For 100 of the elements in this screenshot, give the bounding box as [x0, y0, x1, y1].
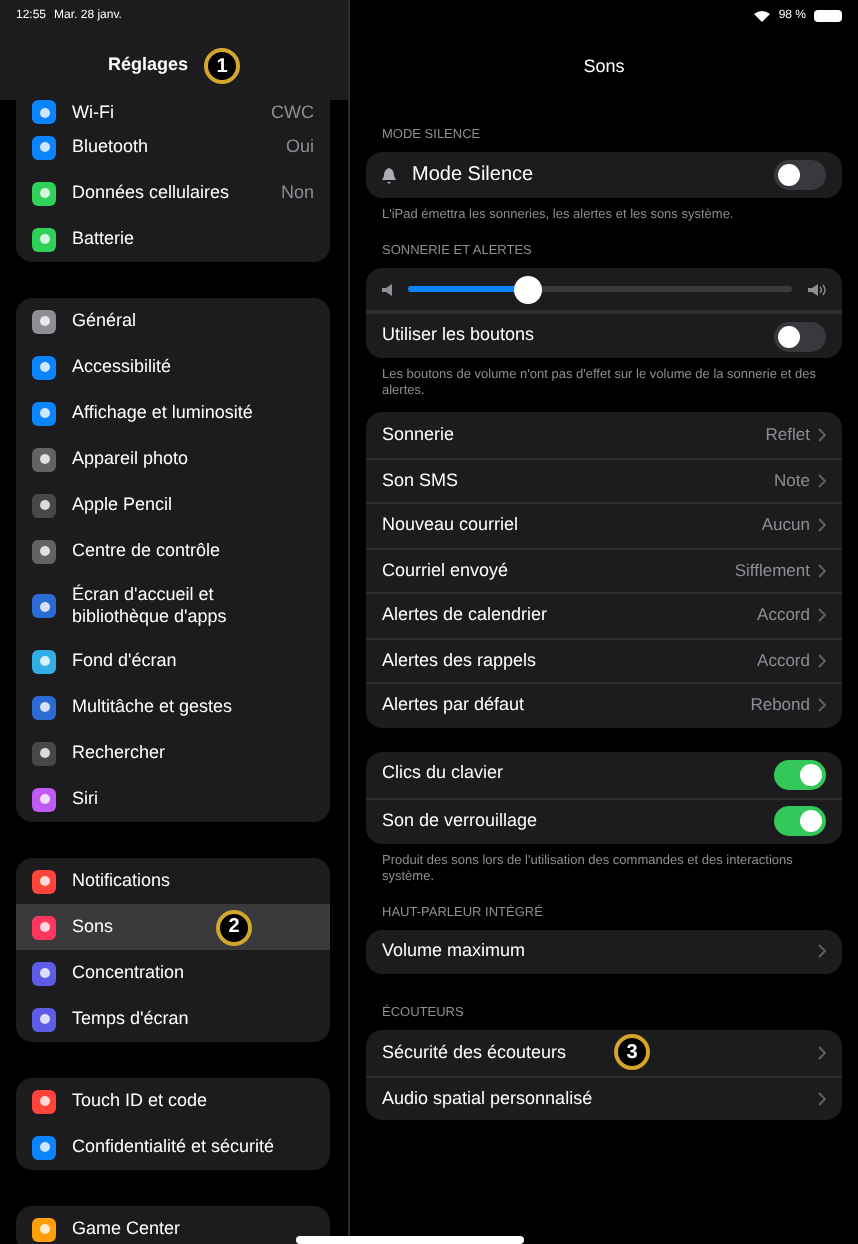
setting-label: Son de verrouillage: [382, 807, 540, 834]
sidebar-item[interactable]: Fond d'écran: [16, 638, 330, 684]
setting-label: Sécurité des écouteurs: [382, 1039, 569, 1065]
chevron-right-icon: [818, 518, 826, 533]
annotation-badge: 3: [614, 1034, 650, 1071]
sidebar-item[interactable]: Sons 2: [16, 904, 330, 950]
setting-label: Alertes des rappels: [382, 647, 539, 674]
toggle-switch[interactable]: [774, 321, 826, 351]
sidebar-item[interactable]: Siri: [16, 776, 330, 822]
setting-label: Sonnerie: [382, 421, 457, 447]
setting-label: Nouveau courriel: [382, 512, 521, 538]
speaker-high-icon: [808, 283, 826, 295]
setting-label: Utiliser les boutons: [382, 322, 537, 349]
chevron-right-icon: [818, 944, 826, 959]
chevron-right-icon: [818, 608, 826, 623]
annotation-badge: 1: [204, 48, 241, 84]
setting-label: Volume maximum: [382, 938, 528, 964]
sidebar-label: Fond d'écran: [72, 650, 179, 672]
settings-row[interactable]: Volume maximum: [366, 929, 842, 974]
sidebar-value: Non: [280, 182, 314, 204]
slider-thumb[interactable]: [513, 275, 542, 303]
sidebar-item[interactable]: Accessibilité: [16, 344, 330, 390]
sidebar-item[interactable]: Centre de contrôle: [16, 528, 330, 574]
annotation-badge: 2: [216, 909, 252, 945]
setting-label: Courriel envoyé: [382, 557, 511, 584]
setting-label: Clics du clavier: [382, 760, 506, 787]
toggle-switch[interactable]: [774, 160, 826, 190]
chevron-right-icon: [818, 1091, 826, 1106]
sidebar-item[interactable]: Données cellulaires Non: [16, 170, 330, 216]
wifi-icon: [754, 10, 771, 22]
sidebar-label: Appareil photo: [72, 448, 191, 470]
sidebar-item[interactable]: Confidentialité et sécurité: [16, 1124, 330, 1170]
sidebar-item[interactable]: Notifications: [16, 858, 330, 904]
sidebar-item[interactable]: Multitâche et gestes: [16, 684, 330, 730]
sidebar-item[interactable]: Bluetooth Oui: [16, 124, 330, 170]
sidebar-item[interactable]: Appareil photo: [16, 436, 330, 482]
sidebar-label: Sons: [72, 916, 116, 938]
sidebar-label: Apple Pencil: [72, 494, 175, 516]
settings-row[interactable]: Sécurité des écouteurs 3: [366, 1030, 842, 1075]
sidebar-label: Notifications: [72, 870, 173, 892]
sidebar-item[interactable]: Concentration: [16, 950, 330, 996]
sidebar-item[interactable]: Wi-Fi CWC: [16, 100, 330, 124]
sidebar-value: Oui: [285, 136, 314, 158]
chevron-right-icon: [818, 1045, 826, 1060]
sidebar-label: Concentration: [72, 962, 187, 984]
setting-label: Audio spatial personnalisé: [382, 1085, 595, 1112]
sidebar-label: Données cellulaires: [72, 182, 232, 204]
sidebar-label: Affichage et luminosité: [72, 402, 255, 424]
setting-value: Note: [774, 467, 810, 494]
sidebar-item[interactable]: Général: [16, 298, 330, 344]
sidebar-item[interactable]: Game Center: [16, 1206, 330, 1244]
slider[interactable]: [408, 275, 792, 303]
sidebar-label: Siri: [72, 788, 100, 810]
setting-label: Son SMS: [382, 467, 461, 493]
setting-value: Sifflement: [734, 557, 810, 584]
setting-value: Rebond: [750, 692, 810, 719]
setting-label: Mode Silence: [412, 162, 536, 190]
setting-value: Accord: [757, 602, 810, 629]
sidebar-item[interactable]: Rechercher: [16, 730, 330, 776]
sidebar-label: Batterie: [72, 228, 137, 250]
sidebar-title: Réglages: [107, 52, 189, 79]
sidebar-label: Multitâche et gestes: [72, 696, 235, 718]
setting-value: Aucun: [761, 512, 810, 539]
setting-value: Accord: [757, 647, 810, 674]
sidebar-label: Général: [72, 310, 139, 332]
settings-row[interactable]: Alertes de calendrier Accord: [366, 592, 842, 637]
sidebar-label: Accessibilité: [72, 356, 174, 378]
sidebar-label: Bluetooth: [72, 136, 151, 158]
sidebar-item[interactable]: Apple Pencil: [16, 482, 330, 528]
settings-row[interactable]: Son SMS Note: [366, 457, 842, 502]
settings-row[interactable]: Alertes des rappels Accord: [366, 637, 842, 682]
settings-row[interactable]: Alertes par défaut Rebond: [366, 682, 842, 727]
sidebar-label: Temps d'écran: [72, 1008, 191, 1030]
toggle-switch[interactable]: [774, 759, 826, 789]
chevron-right-icon: [818, 563, 826, 578]
sidebar-item[interactable]: Touch ID et code: [16, 1078, 330, 1124]
setting-label: Alertes par défaut: [382, 692, 527, 718]
battery-icon: [814, 10, 842, 22]
sidebar-label: Confidentialité et sécurité: [72, 1136, 277, 1158]
page-title: Sons: [583, 54, 625, 81]
sidebar-label: Centre de contrôle: [72, 540, 223, 562]
sidebar-label: Écran d'accueil et bibliothèque d'apps: [72, 584, 229, 628]
toggle-switch[interactable]: [774, 806, 826, 836]
settings-row[interactable]: Nouveau courriel Aucun: [366, 502, 842, 547]
chevron-right-icon: [818, 653, 826, 668]
sidebar-item[interactable]: Écran d'accueil et bibliothèque d'apps: [16, 574, 330, 638]
sidebar-label: Touch ID et code: [72, 1090, 210, 1112]
chevron-right-icon: [818, 427, 826, 442]
sidebar-item[interactable]: Temps d'écran: [16, 996, 330, 1042]
settings-row[interactable]: Courriel envoyé Sifflement: [366, 547, 842, 592]
settings-row[interactable]: Audio spatial personnalisé: [366, 1075, 842, 1120]
settings-row[interactable]: Sonnerie Reflet: [366, 412, 842, 457]
setting-label: Alertes de calendrier: [382, 602, 550, 628]
sidebar-value: CWC: [271, 102, 314, 124]
sidebar-label: Game Center: [72, 1218, 183, 1240]
sidebar-item[interactable]: Batterie: [16, 216, 330, 262]
sidebar-item[interactable]: Affichage et luminosité: [16, 390, 330, 436]
setting-value: Reflet: [765, 421, 810, 448]
chevron-right-icon: [818, 698, 826, 713]
sidebar-label: Rechercher: [72, 742, 168, 764]
